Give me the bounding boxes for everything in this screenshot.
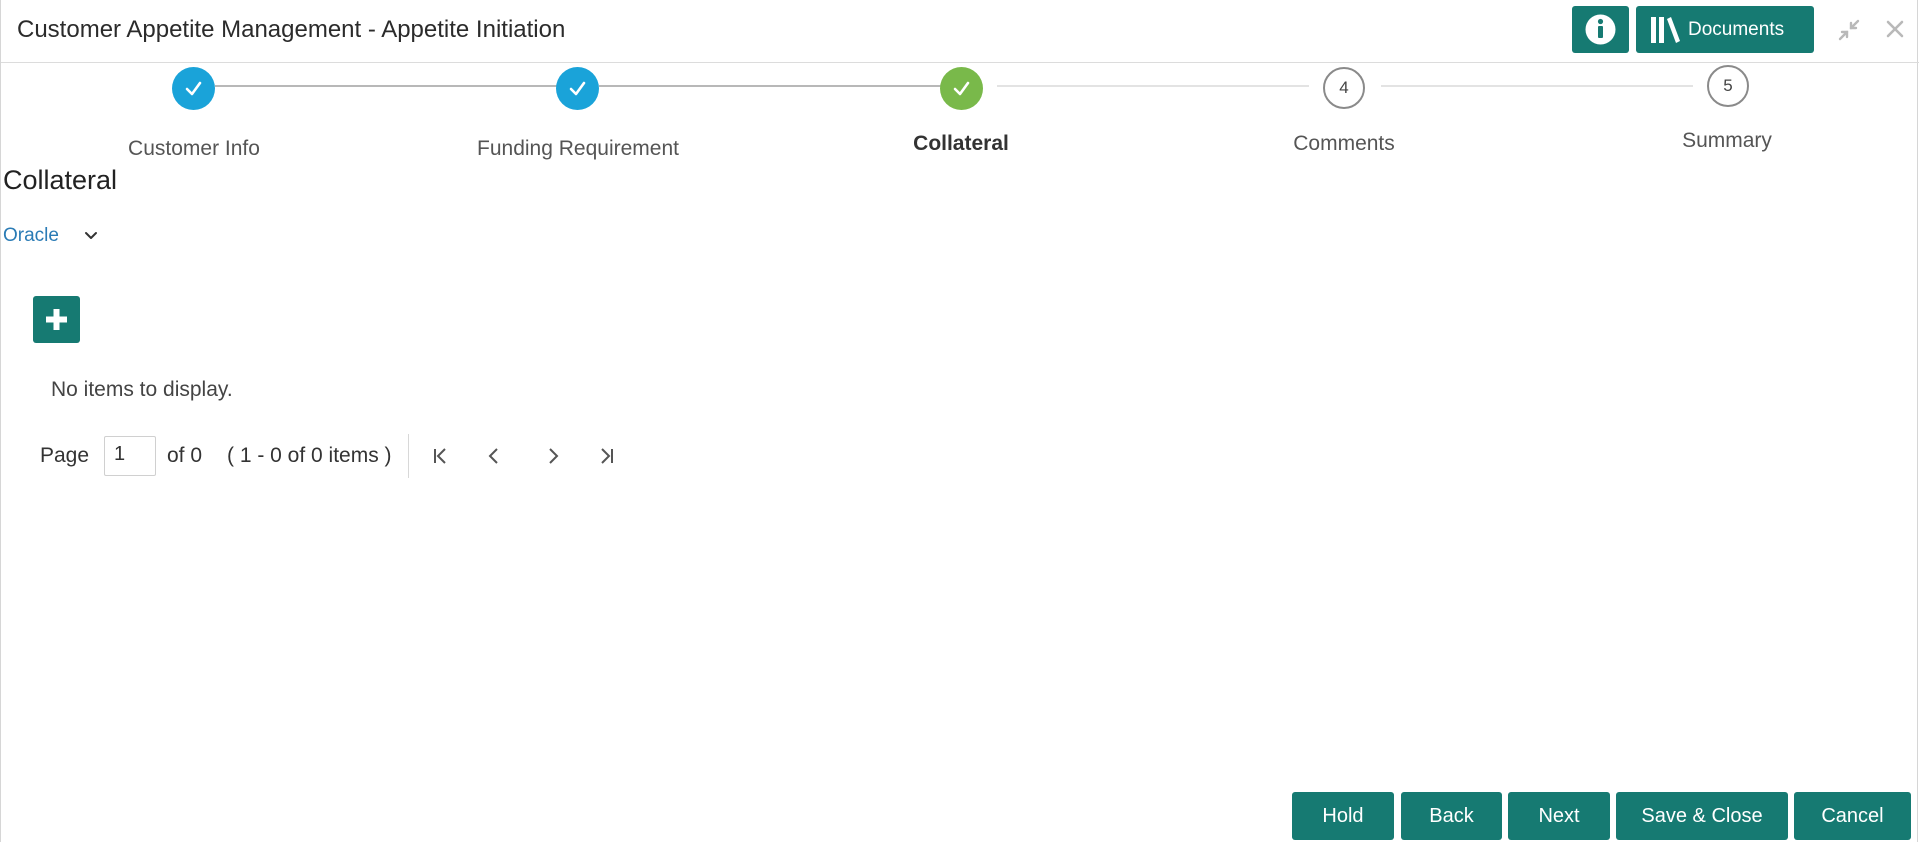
step-label-comments[interactable]: Comments bbox=[1293, 132, 1395, 156]
step-label-summary[interactable]: Summary bbox=[1682, 129, 1772, 153]
close-icon[interactable] bbox=[1885, 19, 1905, 39]
step-5-circle[interactable]: 5 bbox=[1707, 65, 1749, 107]
page-label: Page bbox=[40, 444, 90, 467]
step-connector bbox=[599, 85, 941, 87]
pager-divider bbox=[408, 434, 409, 478]
next-page-icon[interactable] bbox=[545, 446, 561, 466]
info-button[interactable] bbox=[1572, 6, 1629, 53]
oracle-source-link[interactable]: Oracle bbox=[3, 225, 59, 247]
last-page-icon[interactable] bbox=[599, 446, 615, 466]
step-1-circle[interactable] bbox=[172, 67, 215, 110]
step-connector bbox=[997, 85, 1309, 87]
step-label-customer-info[interactable]: Customer Info bbox=[128, 137, 260, 161]
documents-button[interactable]: Documents bbox=[1636, 6, 1814, 53]
minimize-icon[interactable] bbox=[1837, 18, 1861, 42]
check-icon bbox=[953, 81, 970, 96]
step-label-funding-requirement[interactable]: Funding Requirement bbox=[477, 137, 679, 161]
cancel-button[interactable]: Cancel bbox=[1794, 792, 1911, 840]
step-3-circle[interactable] bbox=[940, 67, 983, 110]
pagination-bar: Page 1 of 0 ( 1 - 0 of 0 items ) bbox=[1, 432, 701, 482]
step-4-circle[interactable]: 4 bbox=[1323, 67, 1365, 109]
window-title: Customer Appetite Management - Appetite … bbox=[17, 16, 566, 43]
step-connector bbox=[215, 85, 557, 87]
back-button[interactable]: Back bbox=[1401, 792, 1502, 840]
check-icon bbox=[569, 81, 586, 96]
chevron-down-icon[interactable] bbox=[83, 230, 99, 242]
window-header: Customer Appetite Management - Appetite … bbox=[1, 0, 1919, 63]
step-connector bbox=[1381, 85, 1693, 87]
section-title: Collateral bbox=[3, 165, 118, 195]
progress-stepper: 4 5 Customer Info Funding Requirement Co… bbox=[1, 62, 1919, 162]
info-icon bbox=[1585, 14, 1616, 45]
plus-icon bbox=[46, 309, 67, 330]
page-number-input[interactable]: 1 bbox=[104, 436, 156, 476]
first-page-icon[interactable] bbox=[432, 446, 448, 466]
next-button[interactable]: Next bbox=[1508, 792, 1610, 840]
step-label-collateral[interactable]: Collateral bbox=[913, 132, 1009, 156]
library-icon bbox=[1651, 17, 1680, 43]
hold-button[interactable]: Hold bbox=[1292, 792, 1394, 840]
appetite-initiation-window: Customer Appetite Management - Appetite … bbox=[0, 0, 1919, 842]
check-icon bbox=[185, 81, 202, 96]
documents-label: Documents bbox=[1688, 19, 1785, 40]
page-count-label: of 0 bbox=[167, 444, 203, 467]
add-collateral-button[interactable] bbox=[33, 296, 80, 343]
previous-page-icon[interactable] bbox=[486, 446, 502, 466]
save-and-close-button[interactable]: Save & Close bbox=[1616, 792, 1788, 840]
item-range-label: ( 1 - 0 of 0 items ) bbox=[227, 444, 392, 467]
empty-list-message: No items to display. bbox=[51, 378, 233, 401]
step-2-circle[interactable] bbox=[556, 67, 599, 110]
